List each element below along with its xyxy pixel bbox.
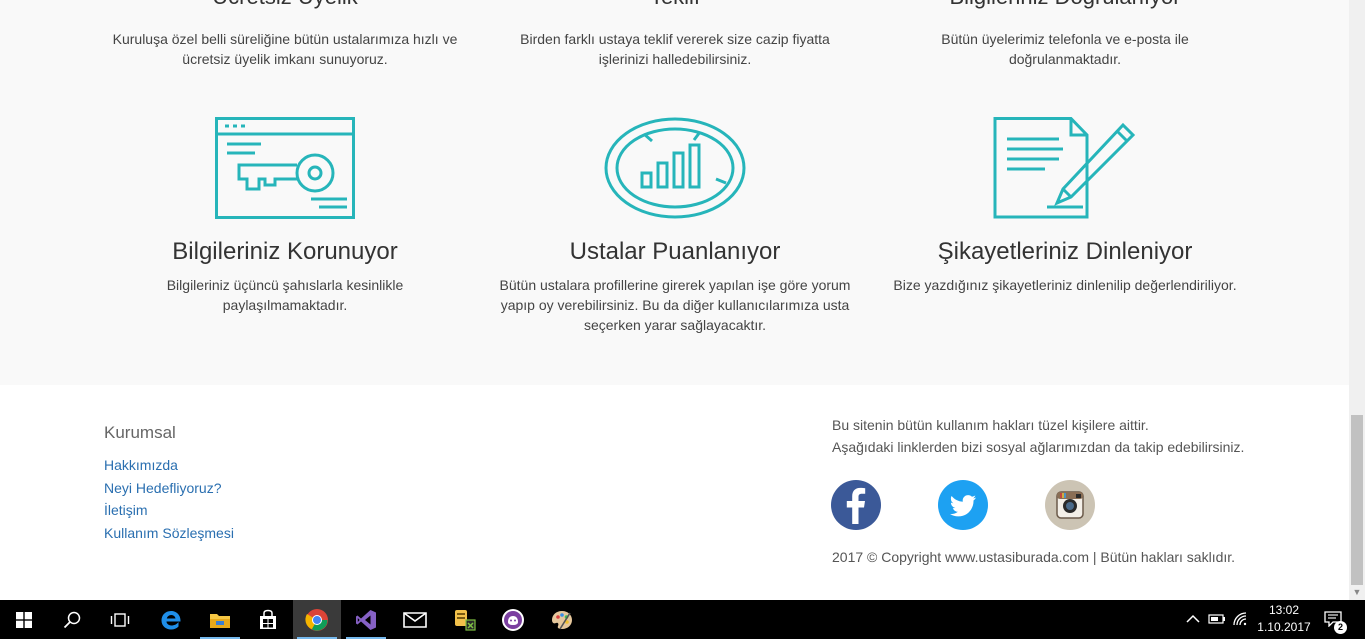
rights-text: Bu sitenin bütün kullanım hakları tüzel … — [832, 414, 1312, 458]
twitter-icon — [949, 495, 976, 517]
edge-icon — [161, 610, 181, 629]
taskbar-edge[interactable] — [147, 600, 195, 639]
rating-chart-icon — [604, 117, 746, 219]
footer-link-contact[interactable]: İletişim — [104, 499, 234, 522]
file-explorer-icon — [210, 613, 230, 628]
instagram-icon — [1056, 491, 1084, 519]
show-hidden-icons-button[interactable] — [1184, 610, 1202, 628]
feature-title: Ustalar Puanlanıyor — [569, 238, 781, 265]
key-browser-icon — [215, 117, 355, 219]
taskbar-file-explorer[interactable] — [196, 600, 244, 639]
taskbar-clock[interactable]: 13:02 1.10.2017 — [1256, 602, 1312, 636]
taskbar-mail[interactable] — [391, 600, 439, 639]
task-view-icon — [110, 612, 130, 627]
follow-line: Aşağıdaki linklerden bizi sosyal ağlarım… — [832, 439, 1245, 455]
site-footer: Kurumsal Hakkımızda Neyi Hedefliyoruz? İ… — [0, 385, 1349, 600]
feature-desc: Bilgileriniz üçüncü şahıslarla kesinlikl… — [166, 277, 404, 313]
feature-title: Teklif — [495, 0, 855, 10]
battery-icon — [1208, 614, 1225, 624]
features-section: Ücretsiz Üyelik Kuruluşa özel belli süre… — [0, 0, 1349, 385]
feature-title: Şikayetleriniz Dinleniyor — [937, 238, 1193, 265]
clock-time: 13:02 — [1268, 603, 1300, 617]
feature-title: Ücretsiz Üyelik — [105, 0, 465, 10]
footer-link-about[interactable]: Hakkımızda — [104, 454, 234, 477]
feature-title: Bilgileriniz Doğrulanıyor — [885, 0, 1245, 10]
notification-count-badge: 2 — [1334, 621, 1347, 634]
feature-desc: Bütün üyelerimiz telefonla ve e-posta il… — [941, 31, 1189, 67]
chevron-up-icon — [1186, 614, 1200, 623]
copyright-text: 2017 © Copyright www.ustasiburada.com | … — [832, 549, 1236, 565]
mail-icon — [403, 611, 427, 628]
taskbar-visual-studio[interactable] — [342, 600, 390, 639]
app-icon — [502, 608, 524, 631]
feature-desc: Kuruluşa özel belli süreliğine bütün ust… — [112, 31, 458, 67]
visual-studio-icon — [356, 609, 376, 630]
windows-taskbar: 13:02 1.10.2017 2 — [0, 600, 1365, 639]
paint-icon — [552, 610, 572, 629]
footer-links: Hakkımızda Neyi Hedefliyoruz? İletişim K… — [104, 454, 234, 544]
scrollbar-thumb[interactable] — [1351, 415, 1363, 585]
footer-link-goals[interactable]: Neyi Hedefliyoruz? — [104, 477, 234, 500]
page-scrollbar[interactable]: ▼ — [1349, 0, 1365, 600]
wifi-icon — [1233, 612, 1247, 626]
scroll-down-arrow-icon[interactable]: ▼ — [1349, 584, 1365, 600]
start-button[interactable] — [0, 600, 48, 639]
taskbar-app[interactable] — [489, 600, 537, 639]
search-icon — [63, 611, 81, 628]
feature-desc: Bize yazdığınız şikayetleriniz dinlenili… — [893, 277, 1237, 293]
facebook-button[interactable] — [831, 480, 881, 530]
feature-desc: Bütün ustalara profillerine girerek yapı… — [499, 277, 851, 333]
search-button[interactable] — [48, 600, 96, 639]
task-view-button[interactable] — [96, 600, 144, 639]
instagram-button[interactable] — [1045, 480, 1095, 530]
footer-link-terms[interactable]: Kullanım Sözleşmesi — [104, 522, 234, 545]
clock-date: 1.10.2017 — [1257, 620, 1311, 634]
twitter-button[interactable] — [938, 480, 988, 530]
taskbar-paint[interactable] — [538, 600, 586, 639]
document-pen-icon — [993, 117, 1136, 219]
facebook-icon — [846, 487, 866, 524]
feature-desc: Birden farklı ustaya teklif vererek size… — [520, 31, 830, 67]
taskbar-filezilla[interactable] — [440, 600, 488, 639]
store-icon — [260, 609, 276, 629]
rights-line: Bu sitenin bütün kullanım hakları tüzel … — [832, 417, 1149, 433]
feature-title: Bilgileriniz Korunuyor — [172, 238, 398, 265]
web-page: Ücretsiz Üyelik Kuruluşa özel belli süre… — [0, 0, 1349, 600]
start-icon — [16, 611, 32, 628]
battery-button[interactable] — [1208, 610, 1226, 628]
wifi-button[interactable] — [1232, 610, 1250, 628]
footer-heading: Kurumsal — [104, 423, 176, 442]
taskbar-chrome[interactable] — [293, 600, 341, 639]
chrome-icon — [305, 608, 328, 631]
filezilla-icon — [455, 609, 476, 631]
taskbar-store[interactable] — [244, 600, 292, 639]
